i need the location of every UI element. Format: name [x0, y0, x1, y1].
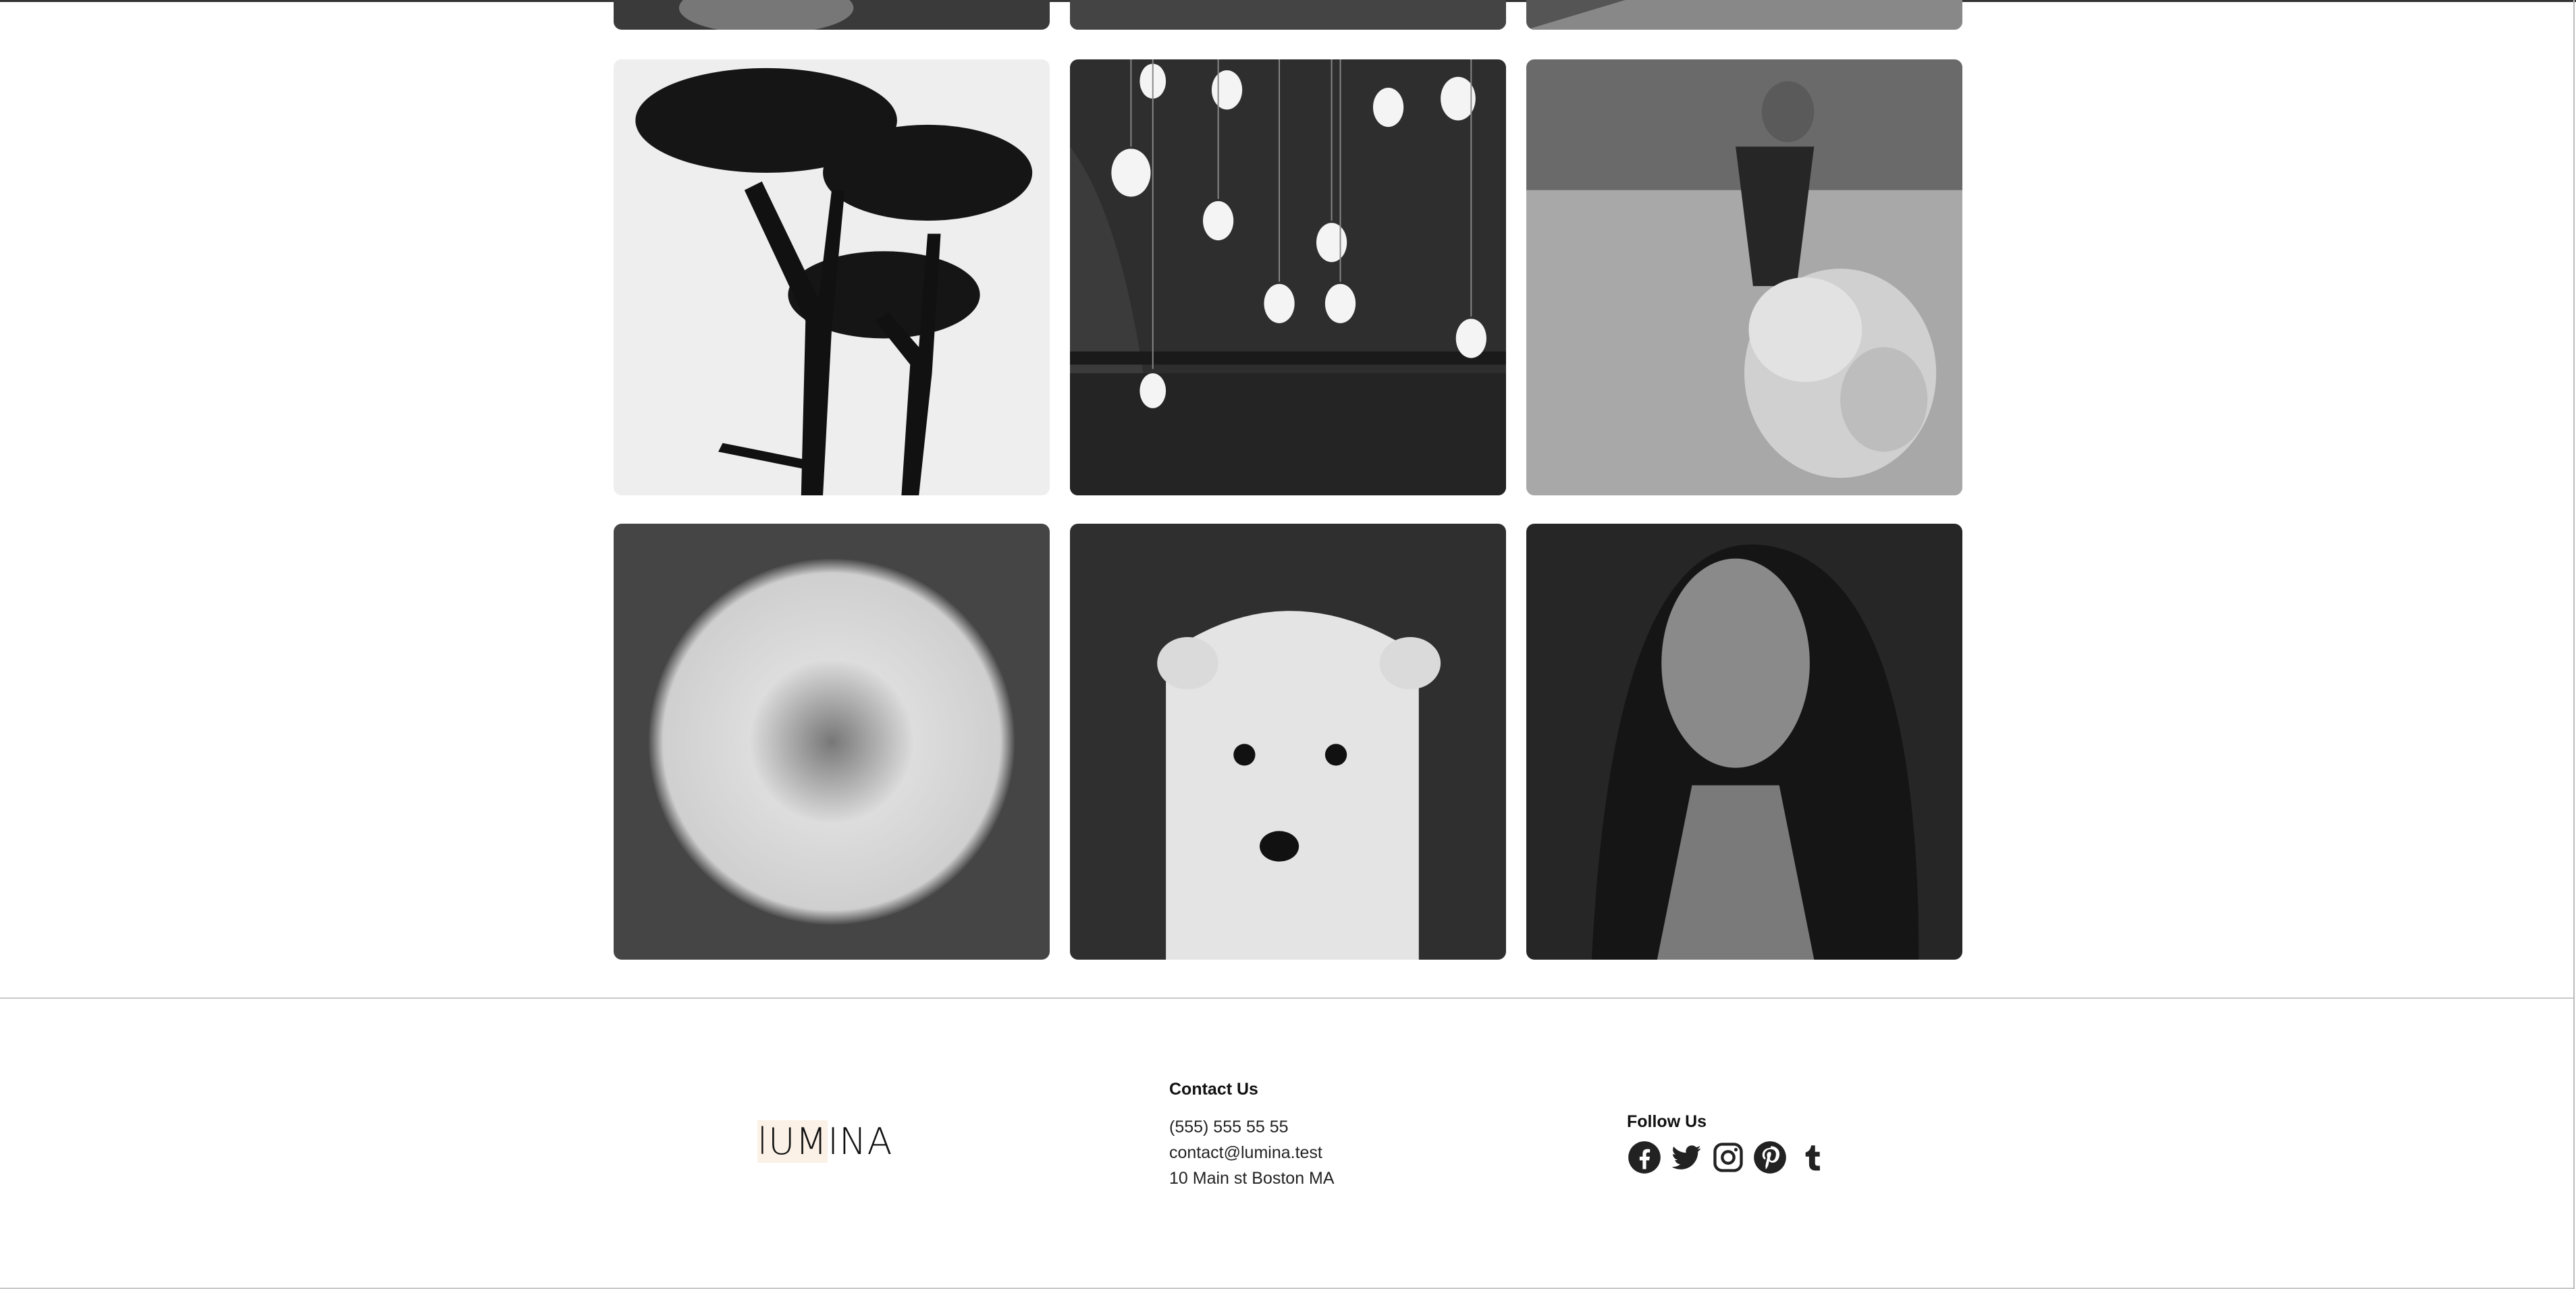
tumblr-icon[interactable]	[1794, 1140, 1829, 1175]
pinterest-icon[interactable]	[1752, 1140, 1788, 1175]
social-links	[1627, 1140, 1829, 1175]
footer-divider	[0, 997, 2573, 999]
instagram-icon[interactable]	[1711, 1140, 1746, 1175]
logo-text-highlight: lUM	[757, 1120, 828, 1163]
gallery-photo-dandelion[interactable]	[614, 524, 1050, 960]
gallery-photo[interactable]	[1070, 0, 1506, 30]
logo-text: INA	[828, 1120, 893, 1163]
contact-phone[interactable]: (555) 555 55 55	[1169, 1114, 1335, 1140]
gallery-photo-trees[interactable]	[614, 59, 1050, 495]
gallery-photo-portrait[interactable]	[1526, 524, 1962, 960]
gallery-photo-girl-teddy[interactable]	[1526, 59, 1962, 495]
gallery-photo[interactable]	[614, 0, 1050, 30]
photo-gallery	[614, 0, 1962, 960]
twitter-icon[interactable]	[1669, 1140, 1704, 1175]
contact-email[interactable]: contact@lumina.test	[1169, 1140, 1335, 1165]
contact-address: 10 Main st Boston MA	[1169, 1169, 1335, 1188]
scrollbar-edge	[2573, 0, 2575, 1289]
follow-section: Follow Us	[1627, 1112, 1829, 1175]
gallery-photo-polar-bear[interactable]	[1070, 524, 1506, 960]
gallery-photo[interactable]	[1526, 0, 1962, 30]
gallery-photo-bulbs[interactable]	[1070, 59, 1506, 495]
footer-logo[interactable]: lUMINA	[757, 1120, 892, 1163]
contact-section: Contact Us (555) 555 55 55 contact@lumin…	[1169, 1080, 1335, 1191]
follow-heading: Follow Us	[1627, 1112, 1707, 1131]
contact-heading: Contact Us	[1169, 1080, 1258, 1099]
facebook-icon[interactable]	[1627, 1140, 1662, 1175]
